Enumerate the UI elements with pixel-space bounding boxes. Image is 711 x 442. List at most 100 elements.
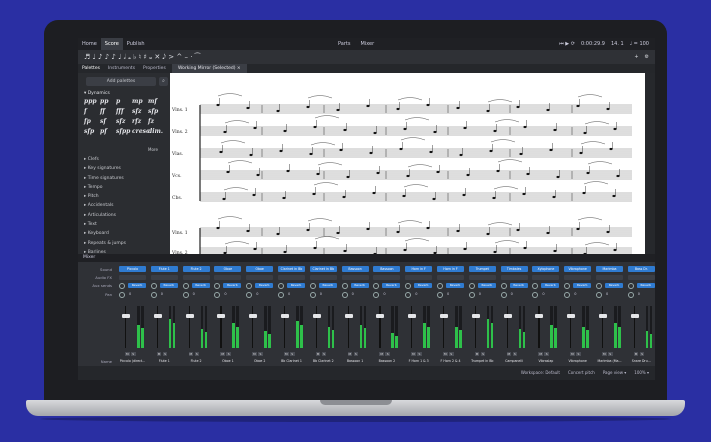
dynamic-marking[interactable]: ff [100,108,116,115]
mute-button[interactable]: M [125,352,130,356]
dynamic-marking[interactable]: sfpp [116,128,132,135]
reverb-button[interactable]: Reverb [477,283,496,288]
audio-fx-slot[interactable] [500,275,528,280]
add-palettes-button[interactable]: Add palettes [86,77,156,86]
solo-button[interactable]: S [576,352,581,356]
tab-instruments[interactable]: Instruments [104,64,139,73]
solo-button[interactable]: S [162,352,168,356]
audio-fx-slot[interactable] [564,275,592,280]
reverb-button[interactable]: Reverb [287,283,305,288]
dynamic-marking[interactable]: cresc. [132,128,152,135]
volume-fader-track[interactable] [474,306,476,348]
dynamic-marking[interactable]: pp [100,98,116,105]
solo-button[interactable]: S [449,352,454,356]
reverb-button[interactable]: Reverb [191,283,210,288]
palette-item[interactable]: ▸ Clefs [84,155,126,164]
volume-fader-handle[interactable] [217,314,226,318]
mute-button[interactable]: M [188,352,194,356]
volume-fader-handle[interactable] [440,314,448,318]
zoom-select[interactable]: 100% ▾ [634,370,649,375]
tab-properties[interactable]: Properties [139,64,170,73]
pan-knob[interactable] [596,292,602,298]
tab-score[interactable]: Working Mirror (Selected) × [172,64,247,73]
dynamic-marking[interactable]: sfp [84,128,100,135]
volume-fader-track[interactable] [315,306,317,348]
palette-item[interactable]: ▸ Accidentals [84,201,126,210]
reverb-button[interactable]: Reverb [255,283,274,288]
sound-select[interactable]: Piccolo [119,266,146,272]
reverb-button[interactable]: Reverb [414,283,433,288]
volume-fader-track[interactable] [188,306,190,348]
add-icon[interactable]: + [634,54,638,60]
dynamic-marking[interactable]: dim. [148,128,164,135]
volume-fader-handle[interactable] [249,314,258,318]
solo-button[interactable]: S [321,352,327,356]
score-page[interactable]: Vlns. 1 Vlns. 2 Vlas. Vcs. Cbs. Vlns. 1 Vlns. … [170,73,645,254]
dynamic-marking[interactable]: fz [148,118,164,125]
volume-fader-handle[interactable] [185,314,194,318]
audio-fx-slot[interactable] [627,275,655,280]
volume-fader-track[interactable] [506,306,508,348]
sound-select[interactable]: Oboe [246,266,274,272]
mute-button[interactable]: M [156,352,162,356]
solo-button[interactable]: S [131,352,136,356]
workspace-label[interactable]: Workspace: Default [521,370,560,375]
pan-knob[interactable] [627,292,634,298]
solo-button[interactable]: S [512,352,518,356]
volume-fader-handle[interactable] [408,314,417,318]
reverb-button[interactable]: Reverb [509,283,528,288]
volume-fader-track[interactable] [538,306,540,348]
sound-select[interactable]: Clarinet in Bb [309,266,337,272]
reverb-button[interactable]: Reverb [605,283,623,288]
mute-button[interactable]: M [252,352,257,356]
dynamic-marking[interactable]: sfz [132,108,148,115]
pan-knob[interactable] [214,292,221,298]
aux-send-knob[interactable] [596,283,602,289]
pan-knob[interactable] [341,292,348,298]
audio-fx-slot[interactable] [373,275,401,280]
volume-fader-handle[interactable] [153,314,162,318]
volume-fader-track[interactable] [220,306,222,348]
audio-fx-slot[interactable] [278,275,305,280]
sound-select[interactable]: Flute 2 [182,266,210,272]
aux-send-knob[interactable] [373,283,380,289]
audio-fx-slot[interactable] [532,275,560,280]
volume-fader-handle[interactable] [599,314,607,318]
volume-fader-track[interactable] [156,306,158,348]
volume-fader-handle[interactable] [471,314,480,318]
reverb-button[interactable]: Reverb [446,283,464,288]
audio-fx-slot[interactable] [214,275,242,280]
mixer-button[interactable]: Mixer [360,41,374,47]
volume-fader-handle[interactable] [281,314,289,318]
mute-button[interactable]: M [633,352,639,356]
aux-send-knob[interactable] [532,283,539,289]
pan-knob[interactable] [532,292,539,298]
pan-knob[interactable] [564,292,571,298]
mute-button[interactable]: M [443,352,448,356]
audio-fx-slot[interactable] [246,275,274,280]
sound-select[interactable]: Bass Dr. [627,266,655,272]
volume-fader-track[interactable] [411,306,413,348]
audio-fx-slot[interactable] [596,275,623,280]
mute-button[interactable]: M [411,352,416,356]
sound-select[interactable]: Trumpet [468,266,496,272]
more-button[interactable]: More [148,147,158,152]
sound-select[interactable]: Horn in F [405,266,433,272]
volume-fader-track[interactable] [284,306,286,348]
mute-button[interactable]: M [602,352,607,356]
mute-button[interactable]: M [570,352,575,356]
solo-button[interactable]: S [480,352,486,356]
solo-button[interactable]: S [353,352,359,356]
dynamic-marking[interactable]: ppp [84,98,100,105]
pan-knob[interactable] [500,292,507,298]
settings-icon[interactable]: ⚙ [645,54,649,60]
volume-fader-track[interactable] [443,306,445,348]
volume-fader-track[interactable] [633,306,635,348]
pan-knob[interactable] [373,292,380,298]
palette-item[interactable]: ▸ Time signatures [84,174,126,183]
sound-select[interactable]: Bassoon [373,266,401,272]
palette-item[interactable]: ▸ Repeats & jumps [84,239,126,248]
menu-home[interactable]: Home [78,41,101,47]
pan-knob[interactable] [150,292,157,298]
aux-send-knob[interactable] [119,283,125,289]
